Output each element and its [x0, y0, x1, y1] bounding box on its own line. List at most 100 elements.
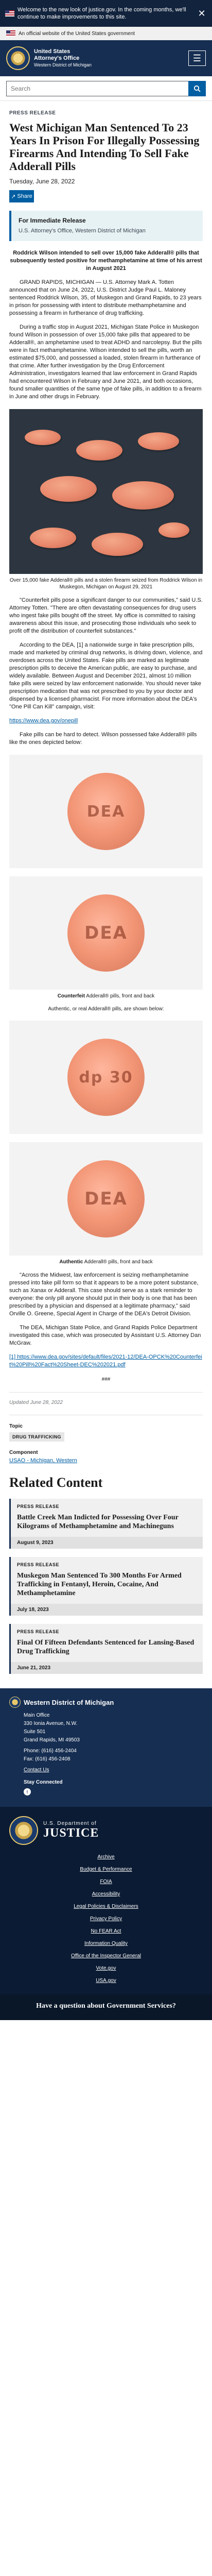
address-line: Grand Rapids, MI 49503: [24, 1737, 80, 1743]
questions-banner[interactable]: Have a question about Government Service…: [0, 1994, 212, 2020]
related-card[interactable]: PRESS RELEASE Muskegon Man Sentenced To …: [9, 1557, 203, 1616]
welcome-text: Welcome to the new look of justice.gov. …: [17, 7, 186, 20]
search-input[interactable]: [6, 80, 188, 96]
paragraph: The DEA, Michigan State Police, and Gran…: [9, 1325, 201, 1346]
content-type-label: PRESS RELEASE: [9, 110, 56, 116]
phone: Phone: (616) 456-2404: [24, 1748, 77, 1754]
card-title[interactable]: Muskegon Man Sentenced To 300 Months For…: [11, 1567, 203, 1604]
agency-line2: Attorney's Office: [34, 55, 80, 61]
related-card[interactable]: PRESS RELEASE Battle Creek Man Indicted …: [9, 1499, 203, 1549]
district-name-text: Western District of Michigan: [24, 1698, 114, 1706]
footer-link-oig[interactable]: Office of the Inspector General: [9, 1950, 203, 1962]
close-icon[interactable]: ✕: [197, 8, 207, 19]
doj-brand[interactable]: U.S. Department of JUSTICE: [9, 1816, 203, 1845]
search-button[interactable]: [188, 80, 206, 96]
end-marks: ###: [101, 1377, 111, 1382]
pill-imprint: DEA: [67, 1160, 145, 1238]
footer-link-usa-gov[interactable]: USA.gov: [9, 1975, 203, 1987]
footnote-link[interactable]: [1] https://www.dea.gov/sites/default/fi…: [9, 1354, 202, 1368]
article-subtitle: Roddrick Wilson intended to sell over 15…: [10, 250, 202, 272]
agency-line3: Western District of Michigan: [34, 62, 92, 67]
social-links: t: [9, 1788, 203, 1795]
share-icon: ↗: [11, 193, 16, 200]
caption-prefix: Authentic: [59, 1259, 83, 1265]
twitter-icon[interactable]: t: [24, 1788, 31, 1795]
card-title[interactable]: Battle Creek Man Indicted for Possessing…: [11, 1509, 203, 1537]
contact-us-link[interactable]: Contact Us: [9, 1767, 203, 1773]
address-line: Suite 501: [24, 1729, 46, 1735]
gov-banner: An official website of the United States…: [0, 27, 212, 40]
related-content-heading: Related Content: [9, 1475, 103, 1490]
district-name: Western District of Michigan: [9, 1697, 203, 1708]
footer-link-budget[interactable]: Budget & Performance: [9, 1863, 203, 1876]
divider: [9, 1392, 203, 1393]
doj-brand-line1: U.S. Department of: [43, 1821, 97, 1826]
card-title[interactable]: Final Of Fifteen Defendants Sentenced fo…: [11, 1634, 203, 1662]
card-date: June 21, 2023: [11, 1662, 203, 1674]
paragraph: Fake pills can be hard to detect. Wilson…: [9, 732, 197, 745]
card-label: PRESS RELEASE: [17, 1629, 60, 1634]
pill-imprint: dp 30: [67, 1039, 145, 1116]
photo-caption: Authentic, or real Adderall® pills, are …: [48, 1006, 164, 1012]
photo-caption: Authentic Adderall® pills, front and bac…: [9, 1259, 203, 1265]
footer-link-vote[interactable]: Vote.gov: [9, 1962, 203, 1975]
dea-onepill-link[interactable]: https://www.dea.gov/onepill: [9, 718, 78, 724]
footer-link-info-quality[interactable]: Information Quality: [9, 1938, 203, 1950]
gov-notice-text: An official website of the United States…: [19, 30, 135, 37]
dea-link-paragraph: https://www.dea.gov/onepill: [9, 717, 203, 725]
doj-seal-logo[interactable]: [6, 46, 30, 70]
card-date: July 18, 2023: [11, 1604, 203, 1616]
card-label: PRESS RELEASE: [17, 1504, 60, 1509]
article-date: Tuesday, June 28, 2022: [9, 178, 75, 185]
footer-link-no-fear[interactable]: No FEAR Act: [9, 1925, 203, 1938]
release-box: For Immediate Release U.S. Attorney's Of…: [9, 211, 203, 241]
footer-link-privacy[interactable]: Privacy Policy: [9, 1913, 203, 1925]
page-title: West Michigan Man Sentenced To 23 Years …: [9, 121, 200, 173]
share-button[interactable]: ↗ Share: [9, 190, 34, 202]
search-icon: [193, 85, 201, 92]
caption-text: Adderall® pills, front and back: [84, 1259, 153, 1265]
photo-caption: Over 15,000 fake Adderall® pills and a s…: [9, 578, 203, 590]
card-date: August 9, 2023: [11, 1537, 203, 1549]
footer-link-foia[interactable]: FOIA: [9, 1876, 203, 1888]
footer-link-legal[interactable]: Legal Policies & Disclaimers: [9, 1901, 203, 1913]
counterfeit-pill-back-photo: DEA: [9, 876, 203, 990]
release-box-body: U.S. Attorney's Office, Western District…: [19, 228, 146, 234]
footer-link-accessibility[interactable]: Accessibility: [9, 1888, 203, 1901]
related-card[interactable]: PRESS RELEASE Final Of Fifteen Defendant…: [9, 1624, 203, 1674]
paragraph: GRAND RAPIDS, MICHIGAN — U.S. Attorney M…: [9, 279, 202, 316]
component-link[interactable]: USAO - Michigan, Western: [9, 1458, 77, 1464]
caption-text: Adderall® pills, front and back: [86, 993, 155, 999]
agency-line1: United States: [34, 48, 70, 55]
paragraph: During a traffic stop in August 2021, Mi…: [9, 324, 202, 400]
component-label: Component: [9, 1450, 38, 1455]
pill-imprint: DEA: [67, 894, 145, 972]
us-flag-icon: [6, 30, 15, 37]
topic-tag[interactable]: DRUG TRAFFICKING: [9, 1432, 64, 1442]
footer-links: Archive Budget & Performance FOIA Access…: [9, 1851, 203, 1987]
article-content: PRESS RELEASE West Michigan Man Sentence…: [0, 110, 212, 1674]
seized-pills-photo: [9, 409, 203, 574]
paragraph: According to the DEA, [1] a nationwide s…: [9, 642, 203, 710]
agency-name[interactable]: United States Attorney's Office Western …: [34, 48, 188, 68]
address-line: 330 Ionia Avenue, N.W.: [24, 1721, 78, 1726]
authentic-pill-front-photo: dp 30: [9, 1021, 203, 1134]
office-name: Main Office: [24, 1713, 50, 1718]
share-label: Share: [17, 193, 32, 199]
footer-link-archive[interactable]: Archive: [9, 1851, 203, 1863]
pill-imprint: DEA: [67, 773, 145, 850]
welcome-banner: Welcome to the new look of justice.gov. …: [0, 0, 212, 27]
updated-date: Updated June 28, 2022: [9, 1400, 63, 1405]
menu-button[interactable]: ☰: [188, 50, 206, 66]
search-bar: [0, 76, 212, 101]
district-seal-icon: [9, 1697, 21, 1708]
paragraph: "Counterfeit pills pose a significant da…: [9, 597, 203, 634]
district-footer: Western District of Michigan Main Office…: [0, 1688, 212, 1807]
doj-brand-line2: JUSTICE: [43, 1826, 99, 1840]
site-header: United States Attorney's Office Western …: [0, 40, 212, 76]
doj-footer: U.S. Department of JUSTICE Archive Budge…: [0, 1807, 212, 1994]
topic-label: Topic: [9, 1423, 23, 1429]
fax: Fax: (616) 456-2408: [24, 1756, 70, 1762]
footnote-paragraph: [1] https://www.dea.gov/sites/default/fi…: [9, 1353, 203, 1369]
paragraph: "Across the Midwest, law enforcement is …: [9, 1272, 199, 1317]
